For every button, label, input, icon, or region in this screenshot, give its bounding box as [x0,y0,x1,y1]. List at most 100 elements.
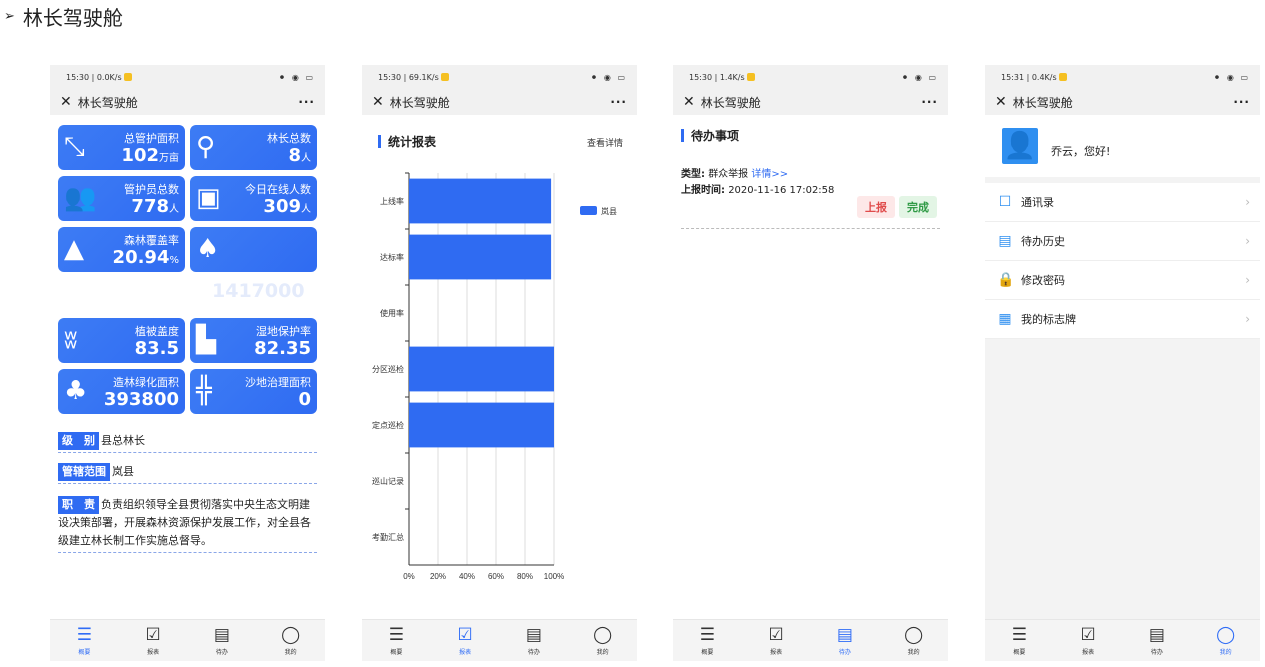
menu-item-contacts[interactable]: ☐ 通讯录 › [985,183,1260,222]
menu-item-signboard[interactable]: ▦ 我的标志牌 › [985,300,1260,339]
card-rangers[interactable]: 👥 管护员总数 778人 [58,176,185,221]
person-icon: ◯ [1216,624,1236,645]
tab-report[interactable]: ☑ 报表 [119,620,188,661]
x-tick-label: 40% [459,572,475,581]
mine-menu: ☐ 通讯录 › ▤ 待办历史 › 🔒 修改密码 › ▦ 我的标志牌 › [985,183,1260,339]
trees-icon: ▲ [64,234,84,264]
menu-item-todo-history[interactable]: ▤ 待办历史 › [985,222,1260,261]
chevron-right-icon: › [1245,273,1250,287]
card-label: 沙地治理面积 [245,376,311,389]
card-forest-extra[interactable]: ♠ [190,227,317,272]
tab-todo[interactable]: ▤ 待办 [811,620,880,661]
person-icon: ◯ [281,624,301,645]
list-icon: ☰ [388,624,404,645]
tab-overview[interactable]: ☰ 概要 [673,620,742,661]
tab-report[interactable]: ☑ 报表 [742,620,811,661]
status-text: 15:31 | 0.4K/s [1001,72,1057,82]
tab-todo[interactable]: ▤ 待办 [188,620,257,661]
tab-mine[interactable]: ◯ 我的 [879,620,948,661]
view-details-link[interactable]: 查看详情 [587,136,623,149]
status-text: 15:30 | 69.1K/s [378,72,439,82]
more-menu-icon[interactable]: ··· [610,95,627,109]
y-tick-label: 使用率 [380,308,404,318]
x-tick-label: 20% [430,572,446,581]
tab-bar: ☰ 概要 ☑ 报表 ▤ 待办 ◯ 我的 [362,619,637,661]
close-icon[interactable]: ✕ [995,94,1007,110]
card-vegetation-cover[interactable]: ʬ 植被盖度 83.5 [58,318,185,363]
mine-content: 👤 乔云，您好! ☐ 通讯录 › ▤ 待办历史 › 🔒 修改密码 › ▦ 我的标志牌 › [985,115,1260,619]
card-forest-chiefs[interactable]: ⚲ 林长总数 8人 [190,125,317,170]
scope-tag: 管辖范围 [58,463,110,481]
tab-report[interactable]: ☑ 报表 [431,620,500,661]
card-wetland-protection[interactable]: ▙ 湿地保护率 82.35 [190,318,317,363]
level-tag: 级 别 [58,432,99,450]
page-title: 林长驾驶舱 [22,6,123,30]
card-label: 林长总数 [267,132,311,145]
tab-todo[interactable]: ▤ 待办 [1123,620,1192,661]
contacts-icon: ☐ [998,194,1012,210]
section-marker [681,129,684,142]
tab-mine[interactable]: ◯ 我的 [256,620,325,661]
more-menu-icon[interactable]: ··· [921,95,938,109]
chevron-right-icon: › [1245,234,1250,248]
card-label: 森林覆盖率 [124,234,179,247]
list-icon: ☰ [699,624,715,645]
tab-overview[interactable]: ☰ 概要 [362,620,431,661]
card-value: 82.35 [254,338,311,359]
person-icon: ◯ [593,624,613,645]
card-label: 植被盖度 [135,325,179,338]
phone-overview: 15:30 | 0.0K/s ⚫ ◉ ▭ ✕ 林长驾驶舱 ··· ⤡ 总管护面积… [50,65,325,661]
menu-item-change-password[interactable]: 🔒 修改密码 › [985,261,1260,300]
todo-type: 类型: 群众举报 详情>> [681,169,789,180]
y-tick-label: 达标率 [380,252,404,262]
monitor-user-icon: ▣ [196,183,221,213]
tab-overview[interactable]: ☰ 概要 [50,620,119,661]
card-afforestation[interactable]: ♣ 造林绿化面积 393800 [58,369,185,414]
title-bar: ✕ 林长驾驶舱 ··· [50,89,325,115]
complete-button[interactable]: 完成 [899,196,937,218]
info-level: 级 别县总林长 [58,432,317,453]
close-icon[interactable]: ✕ [60,94,72,110]
bullet-icon: ➢ [4,9,15,24]
tab-overview[interactable]: ☰ 概要 [985,620,1054,661]
card-label: 今日在线人数 [245,183,311,196]
card-value: 83.5 [134,338,179,359]
card-value: 8人 [288,145,311,166]
report-button[interactable]: 上报 [857,196,895,218]
tab-todo[interactable]: ▤ 待办 [500,620,569,661]
card-value: 393800 [103,389,179,410]
info-scope: 管辖范围 岚县 [58,463,317,484]
tab-mine[interactable]: ◯ 我的 [1191,620,1260,661]
title-bar: ✕ 林长驾驶舱 ··· [362,89,637,115]
bar-上线率 [409,178,552,224]
tab-report[interactable]: ☑ 报表 [1054,620,1123,661]
tab-mine[interactable]: ◯ 我的 [568,620,637,661]
card-value: 309人 [263,196,311,217]
card-label: 湿地保护率 [256,325,311,338]
x-tick-label: 60% [488,572,504,581]
more-menu-icon[interactable]: ··· [1233,95,1250,109]
report-content: 统计报表 查看详情 0% 20% 40% 60% 80% 100% 上线率 达标率 使用率 分区巡… [362,115,637,619]
y-tick-label: 定点巡检 [372,420,404,430]
cactus-icon: ╬ [196,376,212,406]
phone-report: 15:30 | 69.1K/s ⚫ ◉ ▭ ✕ 林长驾驶舱 ··· 统计报表 查… [362,65,637,661]
bar-分区巡检 [409,346,554,392]
section-title: 待办事项 [681,127,739,144]
map-pin-icon: ⚲ [196,132,216,162]
card-online-today[interactable]: ▣ 今日在线人数 309人 [190,176,317,221]
close-icon[interactable]: ✕ [683,94,695,110]
todo-detail-link[interactable]: 详情>> [751,169,788,180]
signboard-icon: ▦ [998,311,1012,327]
lock-icon: 🔒 [997,272,1015,288]
card-value: 0 [298,389,311,410]
more-menu-icon[interactable]: ··· [298,95,315,109]
clipboard-icon: ☑ [768,624,784,645]
forest-icon: ♠ [196,234,220,264]
greeting: 乔云，您好! [1051,145,1111,158]
close-icon[interactable]: ✕ [372,94,384,110]
avatar[interactable]: 👤 [1002,128,1038,164]
card-total-area[interactable]: ⤡ 总管护面积 102万亩 [58,125,185,170]
card-forest-coverage[interactable]: ▲ 森林覆盖率 20.94% [58,227,185,272]
card-desert-control[interactable]: ╬ 沙地治理面积 0 [190,369,317,414]
clipboard-icon: ☑ [457,624,473,645]
